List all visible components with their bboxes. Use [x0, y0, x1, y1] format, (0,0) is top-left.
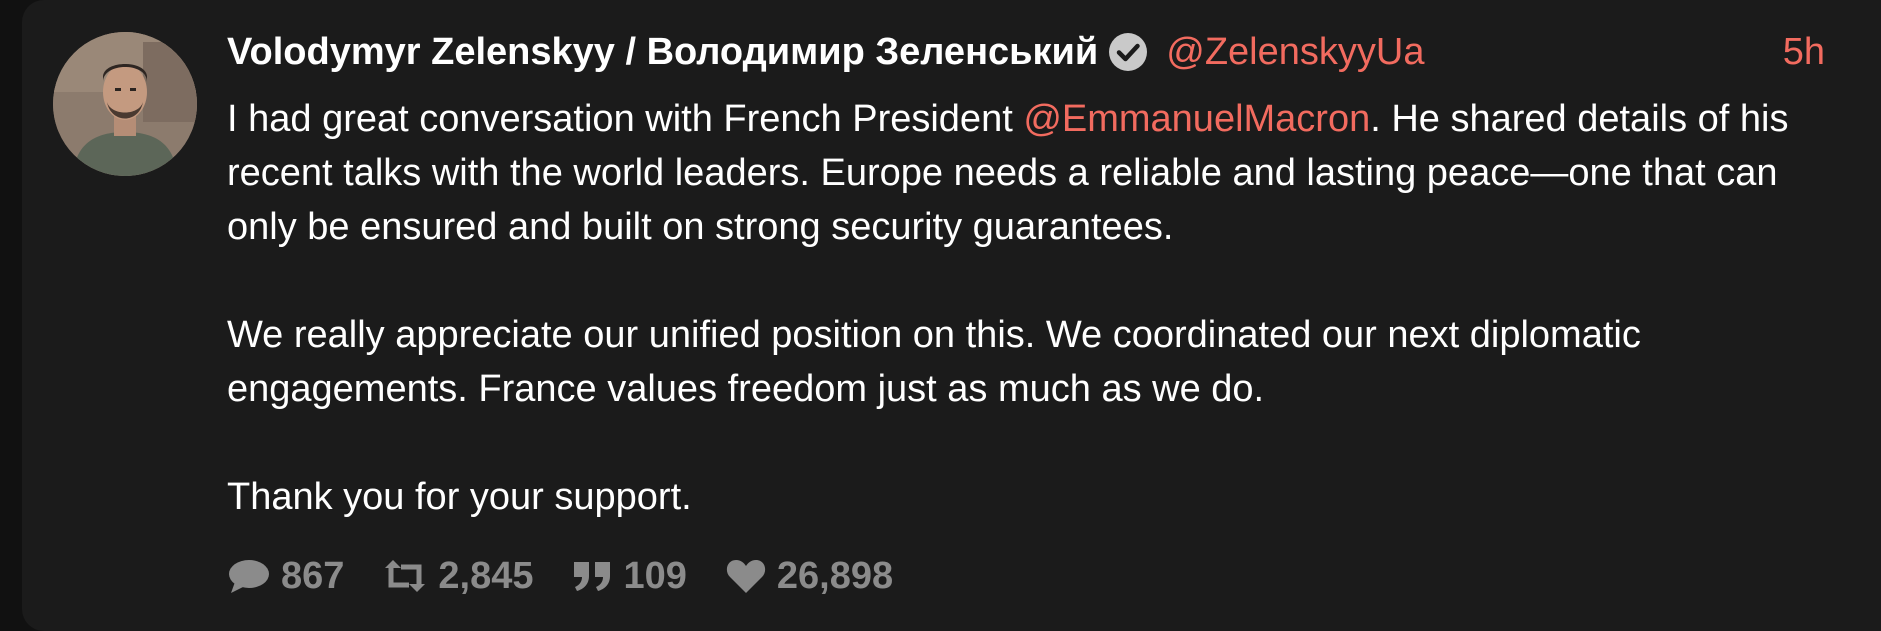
mention-link[interactable]: @EmmanuelMacron	[1023, 98, 1370, 140]
post-timestamp[interactable]: 5h	[1783, 31, 1825, 74]
verified-check-icon	[1108, 32, 1148, 72]
post-header: Volodymyr Zelenskyy / Володимир Зеленськ…	[227, 26, 1825, 78]
author-handle[interactable]: @ZelenskyyUa	[1166, 31, 1424, 74]
avatar[interactable]	[53, 32, 197, 176]
reply-button[interactable]: 867	[227, 555, 344, 598]
like-count: 26,898	[776, 554, 894, 597]
repost-count: 2,845	[438, 554, 534, 597]
repost-icon	[382, 556, 428, 596]
repost-button[interactable]: 2,845	[382, 554, 534, 598]
comment-icon	[227, 556, 271, 596]
post-paragraph: We really appreciate our unified positio…	[227, 314, 1641, 410]
post-stats: 867 2,845 109 26,898	[227, 548, 931, 604]
post-text: I had great conversation with French Pre…	[227, 98, 1024, 140]
reply-count: 867	[281, 554, 345, 597]
quote-icon	[572, 556, 614, 596]
post-paragraph: Thank you for your support.	[227, 476, 692, 518]
author-name[interactable]: Volodymyr Zelenskyy / Володимир Зеленськ…	[227, 31, 1098, 74]
post-paragraph: I had great conversation with French Pre…	[227, 92, 1837, 254]
quote-count: 109	[623, 554, 687, 597]
heart-icon	[725, 556, 767, 596]
quote-button[interactable]: 109	[572, 555, 687, 598]
post-body: I had great conversation with French Pre…	[227, 92, 1837, 524]
like-button[interactable]: 26,898	[725, 555, 893, 598]
